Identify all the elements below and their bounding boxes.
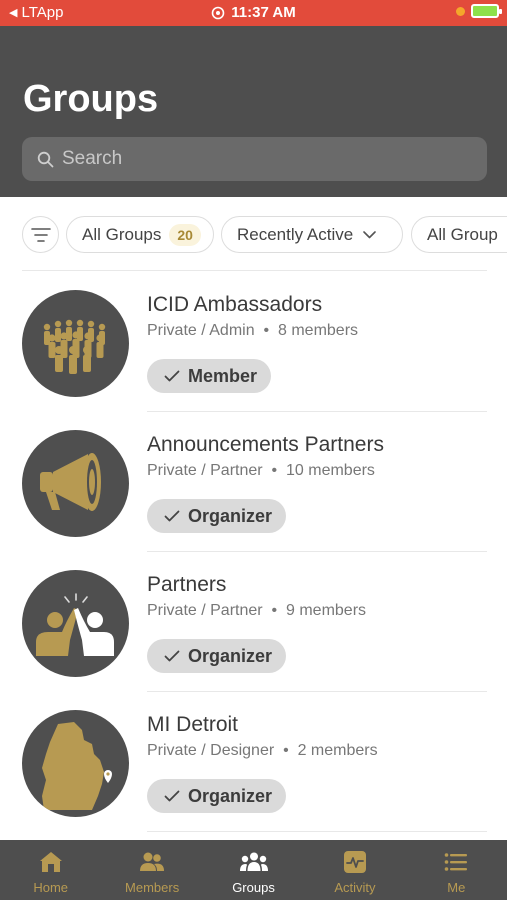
- location-icon: [211, 6, 225, 19]
- group-meta: Private / Admin • 8 members: [147, 322, 358, 340]
- michigan-map-icon: [22, 710, 129, 817]
- status-bar: ◀ LTApp 11:37 AM: [0, 0, 507, 26]
- meta-separator: •: [278, 742, 298, 759]
- group-member-count: 8 members: [278, 322, 359, 339]
- home-icon: [38, 849, 64, 875]
- page-title: Groups: [23, 78, 159, 120]
- group-visibility: Private / Designer: [147, 742, 275, 759]
- role-badge[interactable]: Member: [147, 359, 272, 393]
- privacy-indicator-icon: [456, 6, 465, 16]
- chip-all-groups-label: All Groups: [82, 224, 162, 244]
- status-time: 11:37 AM: [231, 4, 296, 21]
- group-meta: Private / Designer • 2 members: [147, 742, 378, 760]
- group-meta: Private / Partner • 9 members: [147, 602, 366, 620]
- groups-icon: [239, 849, 269, 875]
- list-item[interactable]: MI Detroit Private / Designer • 2 member…: [0, 692, 507, 832]
- group-name: Partners: [147, 573, 227, 596]
- nav-members[interactable]: Members: [101, 840, 202, 900]
- chip-all-group-types[interactable]: All Group: [411, 216, 507, 253]
- group-name: MI Detroit: [147, 713, 239, 736]
- chip-recently-active-dropdown[interactable]: Recently Active: [221, 216, 403, 253]
- group-visibility: Private / Partner: [147, 602, 263, 619]
- nav-activity[interactable]: Activity: [304, 840, 405, 900]
- group-name: ICID Ambassadors: [147, 293, 323, 316]
- menu-icon: [444, 849, 468, 875]
- crowd-icon: [22, 290, 129, 397]
- chevron-down-icon: [363, 230, 377, 238]
- list-item[interactable]: Announcements Partners Private / Partner…: [0, 412, 507, 552]
- nav-members-label: Members: [125, 880, 180, 895]
- role-badge[interactable]: Organizer: [147, 499, 287, 533]
- nav-home[interactable]: Home: [0, 840, 101, 900]
- list-item[interactable]: ICID Ambassadors Private / Admin • 8 mem…: [0, 272, 507, 412]
- high-five-icon: [22, 570, 129, 677]
- activity-icon: [343, 849, 367, 875]
- group-member-count: 2 members: [297, 742, 378, 759]
- filter-icon: [30, 227, 51, 242]
- search-bar[interactable]: [22, 137, 487, 181]
- divider: [22, 270, 487, 271]
- nav-me-label: Me: [447, 880, 466, 895]
- meta-separator: •: [267, 602, 286, 619]
- checkmark-icon: [164, 790, 180, 802]
- nav-activity-label: Activity: [334, 880, 376, 895]
- divider: [147, 831, 487, 832]
- status-time-area: 11:37 AM: [0, 4, 507, 21]
- group-meta: Private / Partner • 10 members: [147, 462, 375, 480]
- header: Groups: [0, 26, 507, 197]
- role-badge[interactable]: Organizer: [147, 779, 287, 813]
- group-visibility: Private / Admin: [147, 322, 255, 339]
- filter-bar: All Groups 20 Recently Active All Group: [0, 216, 507, 254]
- chip-all-group-types-label: All Group: [427, 224, 498, 244]
- role-badge[interactable]: Organizer: [147, 639, 287, 673]
- role-label: Member: [188, 365, 258, 386]
- all-groups-count-badge: 20: [169, 223, 201, 246]
- nav-me[interactable]: Me: [406, 840, 507, 900]
- checkmark-icon: [164, 650, 180, 662]
- checkmark-icon: [164, 510, 180, 522]
- chip-recently-active-label: Recently Active: [237, 224, 354, 244]
- nav-groups-label: Groups: [232, 880, 275, 895]
- filter-button[interactable]: [22, 216, 59, 253]
- battery-charging-icon: [471, 4, 502, 18]
- nav-groups[interactable]: Groups: [203, 840, 304, 900]
- role-label: Organizer: [188, 785, 273, 806]
- meta-separator: •: [267, 462, 286, 479]
- group-member-count: 10 members: [286, 462, 375, 479]
- meta-separator: •: [259, 322, 278, 339]
- group-visibility: Private / Partner: [147, 462, 263, 479]
- checkmark-icon: [164, 370, 180, 382]
- role-label: Organizer: [188, 645, 273, 666]
- group-name: Announcements Partners: [147, 433, 384, 456]
- search-input[interactable]: [62, 148, 462, 170]
- megaphone-icon: [22, 430, 129, 537]
- chip-all-groups[interactable]: All Groups 20: [66, 216, 214, 253]
- bottom-nav: Home Members Groups Activity Me: [0, 840, 507, 900]
- search-icon: [34, 148, 56, 170]
- role-label: Organizer: [188, 505, 273, 526]
- nav-home-label: Home: [33, 880, 69, 895]
- members-icon: [138, 849, 166, 875]
- list-item[interactable]: Partners Private / Partner • 9 members O…: [0, 552, 507, 692]
- group-member-count: 9 members: [286, 602, 367, 619]
